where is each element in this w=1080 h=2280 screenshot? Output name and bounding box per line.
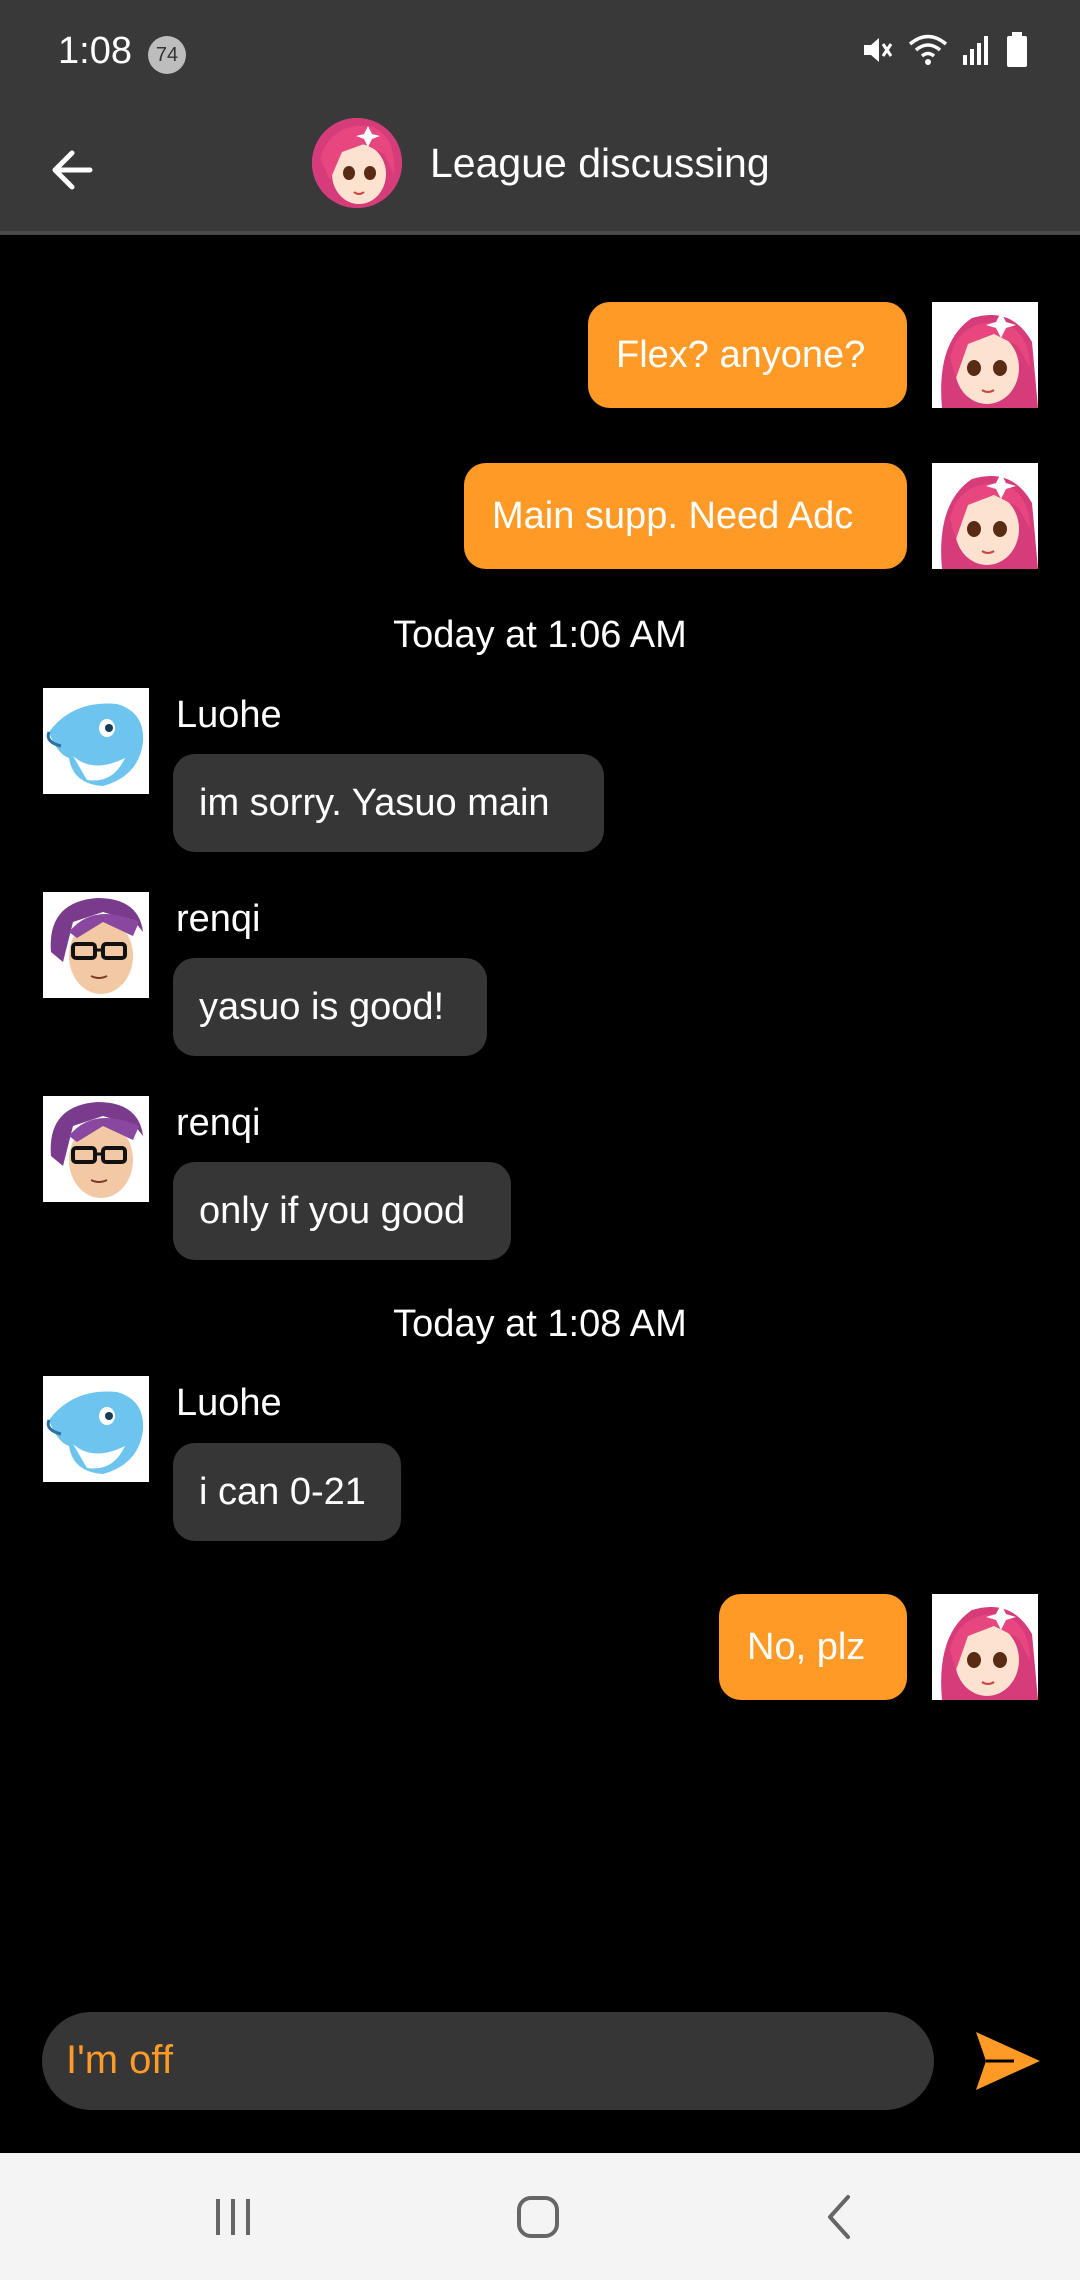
send-icon[interactable] [974, 2030, 1042, 2092]
sender-name: renqi [176, 898, 261, 940]
message-input[interactable]: I'm off [42, 2012, 934, 2110]
message-outgoing[interactable]: Flex? anyone? [588, 302, 907, 408]
group-avatar[interactable] [312, 118, 402, 208]
notification-badge: 74 [148, 36, 186, 74]
status-bar: 1:08 74 [0, 0, 1080, 110]
battery-icon [1007, 32, 1027, 67]
back-nav-icon[interactable] [822, 2193, 856, 2241]
own-avatar[interactable] [932, 463, 1038, 569]
chat-screen: 1:08 74 League discussing Flex? anyone? … [0, 0, 1080, 2280]
message-incoming[interactable]: i can 0-21 [173, 1443, 401, 1541]
status-icons [860, 32, 1028, 68]
renqi-avatar[interactable] [43, 892, 149, 998]
message-incoming[interactable]: yasuo is good! [173, 958, 487, 1056]
status-time: 1:08 [58, 30, 132, 72]
sender-name: Luohe [176, 694, 282, 736]
message-incoming[interactable]: only if you good [173, 1162, 511, 1260]
sender-name: renqi [176, 1102, 261, 1144]
luohe-avatar[interactable] [43, 688, 149, 794]
renqi-avatar[interactable] [43, 1096, 149, 1202]
home-icon[interactable] [514, 2193, 562, 2241]
message-outgoing[interactable]: Main supp. Need Adc [464, 463, 907, 569]
message-incoming[interactable]: im sorry. Yasuo main [173, 754, 604, 852]
luohe-avatar[interactable] [43, 1376, 149, 1482]
sender-name: Luohe [176, 1382, 282, 1424]
recent-apps-icon[interactable] [210, 2195, 256, 2239]
navigation-bar [0, 2153, 1080, 2280]
own-avatar[interactable] [932, 1594, 1038, 1700]
back-arrow-icon[interactable] [44, 140, 104, 200]
timestamp-divider: Today at 1:06 AM [393, 614, 687, 656]
app-bar: League discussing [0, 110, 1080, 235]
mute-icon [864, 38, 893, 62]
message-outgoing[interactable]: No, plz [719, 1594, 907, 1700]
wifi-icon [908, 34, 948, 65]
signal-icon [963, 36, 988, 65]
timestamp-divider: Today at 1:08 AM [393, 1303, 687, 1345]
message-input-text[interactable]: I'm off [66, 2038, 173, 2083]
own-avatar[interactable] [932, 302, 1038, 408]
chat-title: League discussing [430, 140, 770, 186]
